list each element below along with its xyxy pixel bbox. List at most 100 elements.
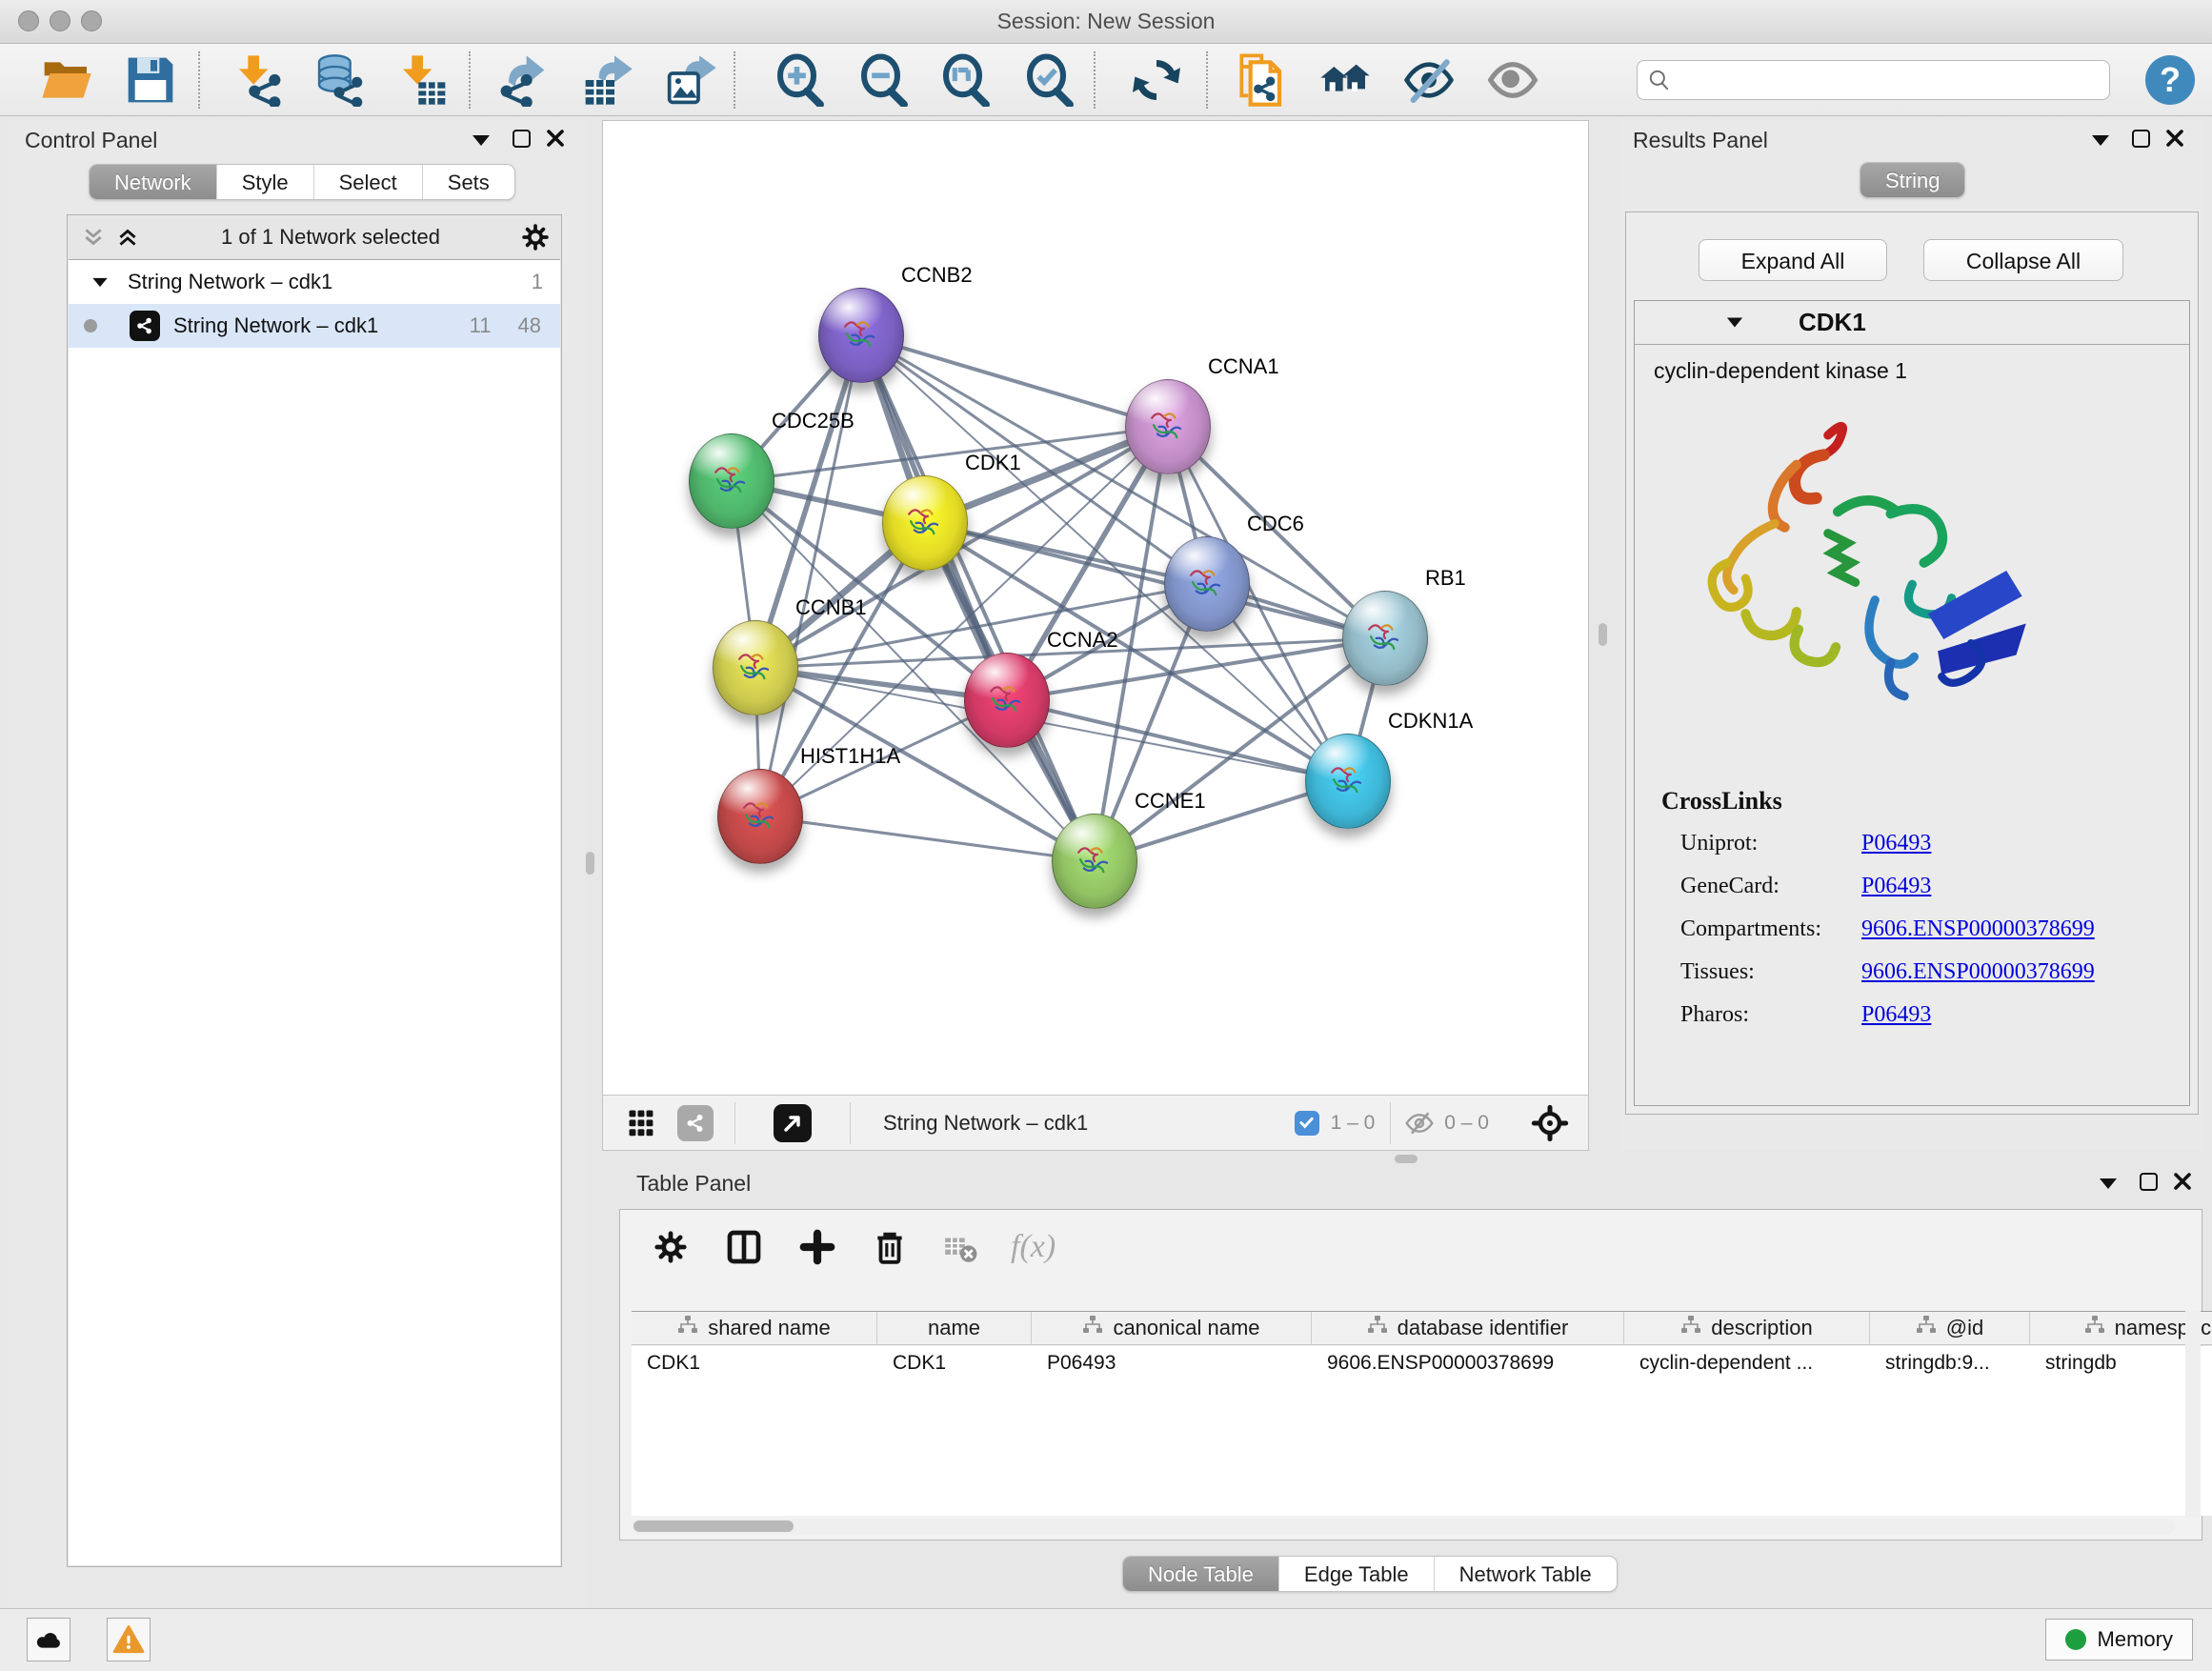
expand-all-button[interactable]: Expand All bbox=[1699, 239, 1887, 281]
zoom-selected-icon[interactable] bbox=[1023, 53, 1076, 107]
column-header-description[interactable]: description bbox=[1624, 1312, 1870, 1344]
horizontal-scrollbar-thumb[interactable] bbox=[633, 1520, 794, 1532]
collapse-all-button[interactable]: Collapse All bbox=[1923, 239, 2123, 281]
import-table-icon[interactable] bbox=[396, 53, 450, 107]
import-network-icon[interactable] bbox=[232, 53, 286, 107]
memory-button[interactable]: Memory bbox=[2045, 1619, 2193, 1661]
network-canvas[interactable]: CCNB2CCNA1CDC25BCDK1CDC6RB1CCNB1CCNA2CDK… bbox=[603, 121, 1588, 1095]
crosslink-value-link[interactable]: P06493 bbox=[1861, 1002, 1931, 1028]
splitter-handle[interactable] bbox=[586, 852, 594, 875]
table-cell[interactable]: CDK1 bbox=[632, 1346, 877, 1382]
expand-all-icon[interactable] bbox=[115, 225, 140, 250]
table-settings-gear-icon[interactable] bbox=[653, 1229, 689, 1265]
birdseye-icon[interactable] bbox=[1531, 1104, 1569, 1142]
section-collapse-icon[interactable] bbox=[1727, 318, 1742, 328]
show-columns-icon[interactable] bbox=[725, 1228, 763, 1266]
cloud-button[interactable] bbox=[27, 1618, 70, 1661]
panel-menu-icon[interactable] bbox=[2100, 1178, 2117, 1189]
crosslink-value-link[interactable]: 9606.ENSP00000378699 bbox=[1861, 959, 2095, 985]
close-panel-icon[interactable] bbox=[2165, 129, 2184, 148]
column-header-canonical-name[interactable]: canonical name bbox=[1032, 1312, 1312, 1344]
float-panel-icon[interactable] bbox=[513, 130, 531, 148]
table-cell[interactable]: 9606.ENSP00000378699 bbox=[1312, 1346, 1624, 1382]
vertical-scrollbar[interactable] bbox=[2185, 1311, 2201, 1517]
table-row[interactable]: CDK1CDK1P064939606.ENSP00000378699cyclin… bbox=[632, 1346, 2212, 1382]
column-header-database-identifier[interactable]: database identifier bbox=[1312, 1312, 1624, 1344]
column-header-shared-name[interactable]: shared name bbox=[632, 1312, 877, 1344]
tab-edge-table[interactable]: Edge Table bbox=[1278, 1557, 1434, 1591]
network-view-title: String Network – cdk1 bbox=[883, 1111, 1088, 1136]
selected-checkbox-icon[interactable] bbox=[1295, 1111, 1319, 1136]
table-cell[interactable]: cyclin-dependent ... bbox=[1624, 1346, 1870, 1382]
gear-icon[interactable] bbox=[521, 223, 550, 252]
view-share-icon[interactable] bbox=[677, 1105, 714, 1141]
splitter-handle[interactable] bbox=[1395, 1155, 1418, 1163]
network-node-cdc25b[interactable] bbox=[689, 433, 774, 529]
network-edge[interactable] bbox=[861, 335, 1168, 427]
tab-style[interactable]: Style bbox=[216, 165, 313, 199]
delete-column-icon[interactable] bbox=[872, 1229, 908, 1265]
network-edge[interactable] bbox=[1007, 700, 1348, 781]
network-node-ccna2[interactable] bbox=[964, 653, 1050, 748]
export-table-icon[interactable] bbox=[581, 53, 634, 107]
network-node-hist1h1a[interactable] bbox=[717, 769, 803, 864]
help-icon[interactable]: ? bbox=[2145, 55, 2195, 105]
network-collection-row[interactable]: String Network – cdk1 1 bbox=[69, 260, 560, 304]
network-node-ccne1[interactable] bbox=[1052, 814, 1137, 909]
float-panel-icon[interactable] bbox=[2140, 1173, 2158, 1191]
hide-elements-icon[interactable] bbox=[1402, 53, 1456, 107]
network-row[interactable]: String Network – cdk1 11 48 bbox=[69, 304, 560, 348]
network-node-ccnb1[interactable] bbox=[713, 620, 798, 715]
network-edge[interactable] bbox=[861, 335, 1095, 861]
show-elements-icon[interactable] bbox=[1486, 53, 1539, 107]
network-node-ccna1[interactable] bbox=[1125, 379, 1211, 474]
horizontal-scrollbar[interactable] bbox=[632, 1519, 2175, 1534]
tab-network[interactable]: Network bbox=[90, 165, 216, 199]
close-panel-icon[interactable] bbox=[546, 129, 565, 148]
network-edge[interactable] bbox=[925, 523, 1385, 638]
crosslink-value-link[interactable]: P06493 bbox=[1861, 874, 1931, 899]
detach-view-icon[interactable] bbox=[774, 1104, 812, 1142]
network-node-cdk1[interactable] bbox=[882, 475, 968, 571]
tab-network-table[interactable]: Network Table bbox=[1434, 1557, 1617, 1591]
zoom-fit-icon[interactable] bbox=[939, 53, 993, 107]
open-session-icon[interactable] bbox=[40, 53, 93, 107]
tab-select[interactable]: Select bbox=[313, 165, 422, 199]
panel-menu-icon[interactable] bbox=[473, 135, 490, 146]
save-session-icon[interactable] bbox=[124, 53, 177, 107]
warning-button[interactable] bbox=[107, 1618, 151, 1661]
tab-node-table[interactable]: Node Table bbox=[1123, 1557, 1278, 1591]
table-cell[interactable]: stringdb:9... bbox=[1870, 1346, 2030, 1382]
add-column-icon[interactable] bbox=[799, 1229, 835, 1265]
table-cell[interactable]: P06493 bbox=[1032, 1346, 1312, 1382]
tab-sets[interactable]: Sets bbox=[422, 165, 514, 199]
float-panel-icon[interactable] bbox=[2132, 130, 2150, 148]
collapse-all-icon[interactable] bbox=[81, 225, 106, 250]
network-node-cdc6[interactable] bbox=[1164, 536, 1250, 632]
home-network-icon[interactable] bbox=[1318, 53, 1372, 107]
tab-string[interactable]: String bbox=[1860, 163, 1964, 197]
splitter-handle[interactable] bbox=[1599, 623, 1607, 646]
column-header-name[interactable]: name bbox=[877, 1312, 1032, 1344]
panel-menu-icon[interactable] bbox=[2092, 135, 2109, 146]
view-grid-icon[interactable] bbox=[628, 1106, 662, 1140]
close-panel-icon[interactable] bbox=[2173, 1172, 2192, 1191]
document-share-icon[interactable] bbox=[1233, 53, 1286, 107]
zoom-out-icon[interactable] bbox=[857, 53, 911, 107]
refresh-icon[interactable] bbox=[1130, 53, 1183, 107]
crosslink-value-link[interactable]: 9606.ENSP00000378699 bbox=[1861, 916, 2095, 942]
crosslink-value-link[interactable]: P06493 bbox=[1861, 831, 1931, 856]
cdk1-section-header[interactable]: CDK1 bbox=[1635, 301, 2189, 345]
network-node-rb1[interactable] bbox=[1342, 591, 1428, 686]
network-edge[interactable] bbox=[760, 816, 1095, 861]
column-header-id[interactable]: @id bbox=[1870, 1312, 2030, 1344]
network-node-cdkn1a[interactable] bbox=[1305, 734, 1391, 829]
zoom-in-icon[interactable] bbox=[774, 53, 827, 107]
import-network-database-icon[interactable] bbox=[312, 53, 366, 107]
collection-expand-icon[interactable] bbox=[92, 277, 107, 286]
table-cell[interactable]: CDK1 bbox=[877, 1346, 1032, 1382]
export-network-icon[interactable] bbox=[495, 53, 549, 107]
network-node-ccnb2[interactable] bbox=[818, 288, 904, 383]
search-input[interactable] bbox=[1672, 63, 2109, 97]
export-image-icon[interactable] bbox=[665, 53, 718, 107]
